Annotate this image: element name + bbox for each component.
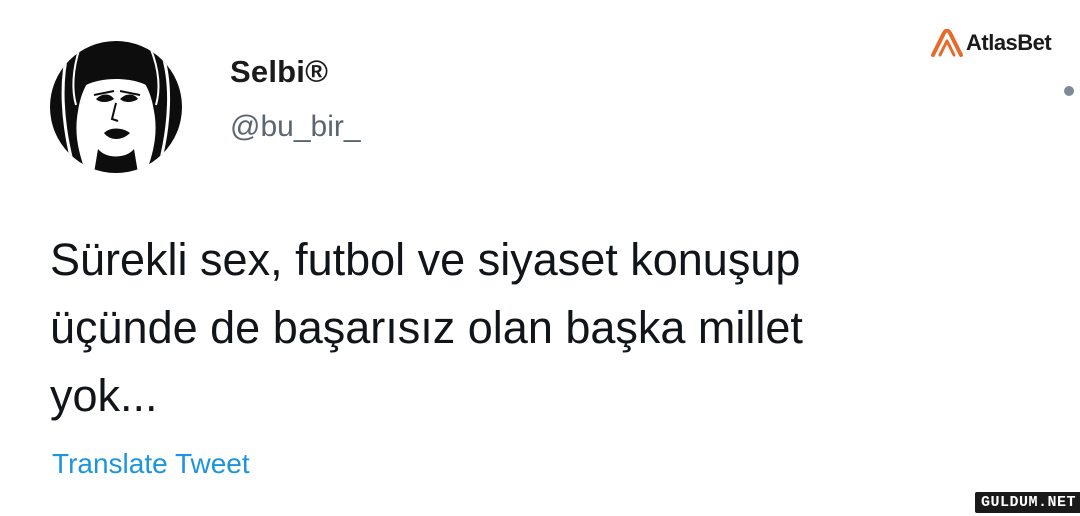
brand-watermark: AtlasBet bbox=[930, 26, 1052, 60]
avatar[interactable] bbox=[50, 41, 182, 173]
site-watermark: GULDUM.NET bbox=[975, 492, 1080, 513]
atlasbet-logo-icon bbox=[931, 29, 963, 57]
display-name[interactable]: Selbi® bbox=[230, 54, 328, 90]
avatar-portrait bbox=[50, 41, 182, 173]
brand-watermark-text: AtlasBet bbox=[966, 30, 1052, 55]
translate-tweet-link[interactable]: Translate Tweet bbox=[52, 448, 250, 480]
more-options-icon[interactable] bbox=[1064, 86, 1074, 96]
user-handle[interactable]: @bu_bir_ bbox=[230, 110, 361, 144]
tweet-text: Sürekli sex, futbol ve siyaset konuşup ü… bbox=[50, 234, 803, 421]
